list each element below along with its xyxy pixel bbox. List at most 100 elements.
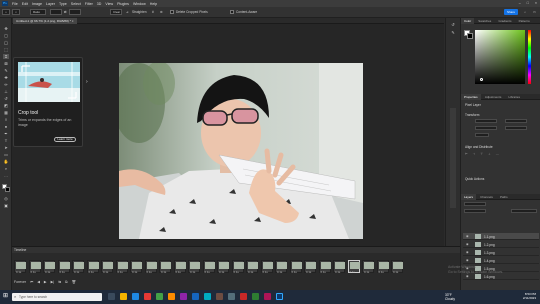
frame-delay[interactable]: 0.1s	[248, 270, 253, 274]
timeline-frame[interactable]: 0.1s	[260, 260, 273, 274]
frame-delay[interactable]: 0.1s	[393, 270, 398, 274]
type-tool-icon[interactable]: T	[3, 138, 9, 143]
play-icon[interactable]: ▶	[44, 280, 47, 284]
app-icon[interactable]	[240, 293, 247, 300]
transform-width-field[interactable]	[475, 119, 497, 123]
timeline-frame[interactable]: 0.1s	[333, 260, 345, 274]
rectangle-tool-icon[interactable]: ▭	[3, 152, 9, 157]
task-view-icon[interactable]	[108, 293, 115, 300]
layer-filter-select[interactable]	[464, 202, 486, 206]
timeline-frame[interactable]: 0.1s	[376, 260, 389, 274]
delete-frame-icon[interactable]: 🗑	[72, 280, 76, 284]
layer-row[interactable]: ◉ 1.2.png	[463, 241, 539, 248]
lasso-tool-icon[interactable]: ◯	[3, 40, 9, 45]
color-picker-cursor[interactable]	[480, 78, 483, 81]
timeline-frame[interactable]: 0.1s	[391, 260, 403, 274]
frame-delay[interactable]: 0.1s	[147, 270, 152, 274]
menu-3d[interactable]: 3D	[97, 2, 102, 6]
layer-row[interactable]: ◉ 1.3.png	[463, 249, 539, 256]
frame-delay[interactable]: 0.1s	[45, 270, 50, 274]
move-tool-icon[interactable]: ✥	[3, 26, 9, 31]
timeline-frame[interactable]: 0.1s	[144, 260, 157, 274]
duplicate-frame-icon[interactable]: ⧉	[65, 280, 68, 284]
screen-mode-icon[interactable]: ▣	[3, 203, 9, 208]
timeline-frame[interactable]: 0.1s	[188, 260, 200, 274]
menu-edit[interactable]: Edit	[22, 2, 28, 6]
app-icon[interactable]	[204, 293, 211, 300]
tab-adjustments[interactable]: Adjustments	[482, 94, 505, 100]
more-tools-icon[interactable]: …	[3, 173, 9, 178]
height-field[interactable]	[69, 9, 81, 15]
frame-delay[interactable]: 0.1s	[219, 270, 224, 274]
eyedropper-tool-icon[interactable]: ✎	[3, 68, 9, 73]
opacity-field[interactable]	[511, 209, 537, 213]
app-icon[interactable]	[216, 293, 223, 300]
timeline-frame[interactable]: 0.1s	[101, 260, 113, 274]
share-button[interactable]: Share	[504, 9, 518, 15]
app-icon[interactable]	[192, 293, 199, 300]
timeline-frame[interactable]: 0.1s	[304, 260, 316, 274]
canvas-image[interactable]	[119, 63, 363, 239]
frame-tool-icon[interactable]: ⊠	[3, 61, 9, 66]
gradient-tool-icon[interactable]: ▦	[3, 110, 9, 115]
straighten-icon[interactable]: ⊿	[126, 10, 129, 14]
ratio-select[interactable]: Ratio	[30, 9, 46, 15]
app-icon[interactable]	[156, 293, 163, 300]
object-select-tool-icon[interactable]: ⬚	[3, 47, 9, 52]
layer-row[interactable]: ◉ 1.6.png	[463, 273, 539, 280]
app-icon[interactable]	[228, 293, 235, 300]
tab-paths[interactable]: Paths	[497, 194, 511, 200]
photoshop-taskbar-icon[interactable]	[276, 293, 283, 300]
frame-delay[interactable]: 0.1s	[234, 270, 239, 274]
windows-start-icon[interactable]: ⊞	[3, 293, 8, 300]
timeline-frame[interactable]: 0.1s	[72, 260, 84, 274]
app-icon[interactable]	[264, 293, 271, 300]
width-field[interactable]	[50, 9, 62, 15]
align-buttons[interactable]: ⊢ ⊣ ⊤ ⊥ ⋯	[465, 152, 501, 156]
overlay-grid-icon[interactable]: #	[152, 10, 154, 14]
timeline-frame[interactable]: 0.1s	[362, 260, 374, 274]
visibility-eye-icon[interactable]: ◉	[466, 258, 469, 262]
menu-image[interactable]: Image	[32, 2, 42, 6]
panel-background-swatch[interactable]	[467, 33, 473, 39]
timeline-frame[interactable]: 0.1s	[14, 260, 26, 274]
tab-layers[interactable]: Layers	[461, 194, 477, 200]
brush-settings-icon[interactable]: ✎	[450, 30, 456, 35]
timeline-frame[interactable]: 0.1s	[57, 260, 70, 274]
frame-delay[interactable]: 0.1s	[364, 270, 369, 274]
frame-delay[interactable]: 0.1s	[132, 270, 137, 274]
search-icon[interactable]: ⌕	[524, 10, 526, 14]
timeline-frame[interactable]: 0.1s	[159, 260, 171, 274]
frame-delay[interactable]: 0.1s	[277, 270, 282, 274]
brush-tool-icon[interactable]: ✏	[3, 82, 9, 87]
color-picker-field[interactable]	[475, 30, 525, 84]
timeline-frame[interactable]: 0.1s	[130, 260, 142, 274]
learn-more-button[interactable]: Learn more	[54, 137, 76, 142]
menu-help[interactable]: Help	[150, 2, 157, 6]
workspace-icon[interactable]: ▭	[533, 10, 536, 14]
tab-color[interactable]: Color	[461, 18, 475, 24]
maximize-button[interactable]: □	[527, 1, 529, 5]
timeline-frame[interactable]: 0.1s	[86, 260, 99, 274]
zoom-tool-icon[interactable]: ⌕	[3, 166, 9, 171]
transform-x-field[interactable]	[475, 126, 497, 130]
pen-tool-icon[interactable]: ✒	[3, 131, 9, 136]
app-icon[interactable]	[144, 293, 151, 300]
weather-widget[interactable]: 33°F Cloudy	[445, 293, 455, 301]
home-icon[interactable]: ⌂	[2, 9, 10, 15]
transform-section[interactable]: Transform	[465, 113, 479, 117]
visibility-eye-icon[interactable]: ◉	[466, 234, 469, 238]
prev-frame-icon[interactable]: ◀	[37, 280, 40, 284]
frame-delay[interactable]: 0.1s	[118, 270, 123, 274]
transform-angle-field[interactable]	[475, 133, 489, 137]
clone-stamp-tool-icon[interactable]: ⊥	[3, 89, 9, 94]
tab-patterns[interactable]: Patterns	[516, 18, 533, 24]
edge-browser-icon[interactable]	[132, 293, 139, 300]
timeline-frame[interactable]: 0.1s	[43, 260, 55, 274]
frame-delay[interactable]: 0.1s	[379, 270, 384, 274]
frame-delay[interactable]: 0.1s	[60, 270, 65, 274]
transform-y-field[interactable]	[505, 126, 527, 130]
straighten-label[interactable]: Straighten	[132, 10, 147, 14]
tab-channels[interactable]: Channels	[477, 194, 496, 200]
tab-libraries[interactable]: Libraries	[505, 94, 523, 100]
